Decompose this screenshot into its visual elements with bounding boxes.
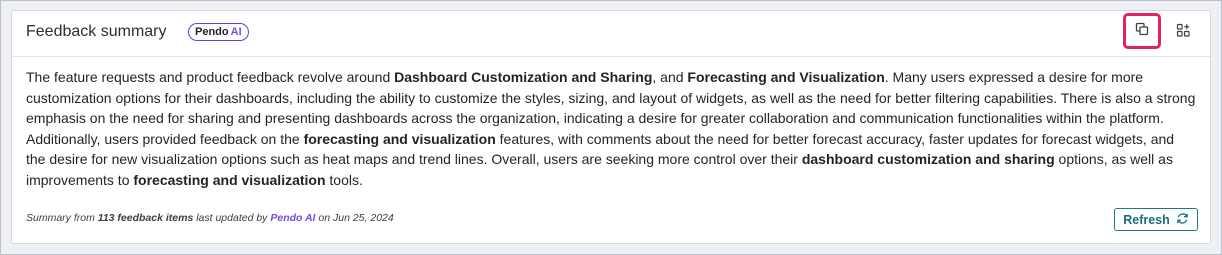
badge-ai-label: AI	[230, 26, 242, 38]
meta-date: on Jun 25, 2024	[315, 212, 394, 224]
feedback-item-count: 113 feedback items	[97, 212, 194, 224]
summary-topic-dashboard: Dashboard Customization and Sharing	[394, 69, 653, 85]
page-frame: Feedback summary Pendo AI The feature re…	[0, 0, 1222, 255]
refresh-button[interactable]: Refresh	[1114, 208, 1198, 231]
card-title: Feedback summary	[26, 23, 167, 40]
meta-mid: last updated by	[193, 212, 271, 224]
copy-icon	[1135, 22, 1149, 41]
refresh-icon	[1176, 212, 1189, 228]
summary-topic-dashboard: dashboard customization and sharing	[801, 151, 1055, 167]
summary-segment: The feature requests and product feedbac…	[26, 69, 395, 85]
summary-topic-forecasting: forecasting and visualization	[303, 130, 496, 147]
summary-segment: , and	[652, 69, 688, 85]
add-widget-icon	[1176, 23, 1191, 43]
summary-topic-forecasting: forecasting and visualization	[133, 171, 326, 188]
feedback-summary-card: Feedback summary Pendo AI The feature re…	[11, 10, 1211, 244]
card-header: Feedback summary Pendo AI	[12, 11, 1210, 57]
badge-label: Pendo	[195, 26, 229, 38]
copy-button[interactable]	[1123, 13, 1161, 49]
pendo-ai-badge: Pendo AI	[188, 23, 249, 41]
summary-segment: tools.	[325, 171, 363, 188]
meta-author: Pendo AI	[270, 212, 316, 224]
refresh-label: Refresh	[1123, 212, 1170, 227]
add-to-dashboard-button[interactable]	[1168, 19, 1198, 47]
summary-text: The feature requests and product feedbac…	[26, 67, 1196, 190]
summary-topic-forecasting: Forecasting and Visualization	[687, 69, 885, 85]
summary-meta: Summary from 113 feedback items last upd…	[26, 212, 394, 224]
meta-prefix: Summary from	[26, 212, 98, 224]
